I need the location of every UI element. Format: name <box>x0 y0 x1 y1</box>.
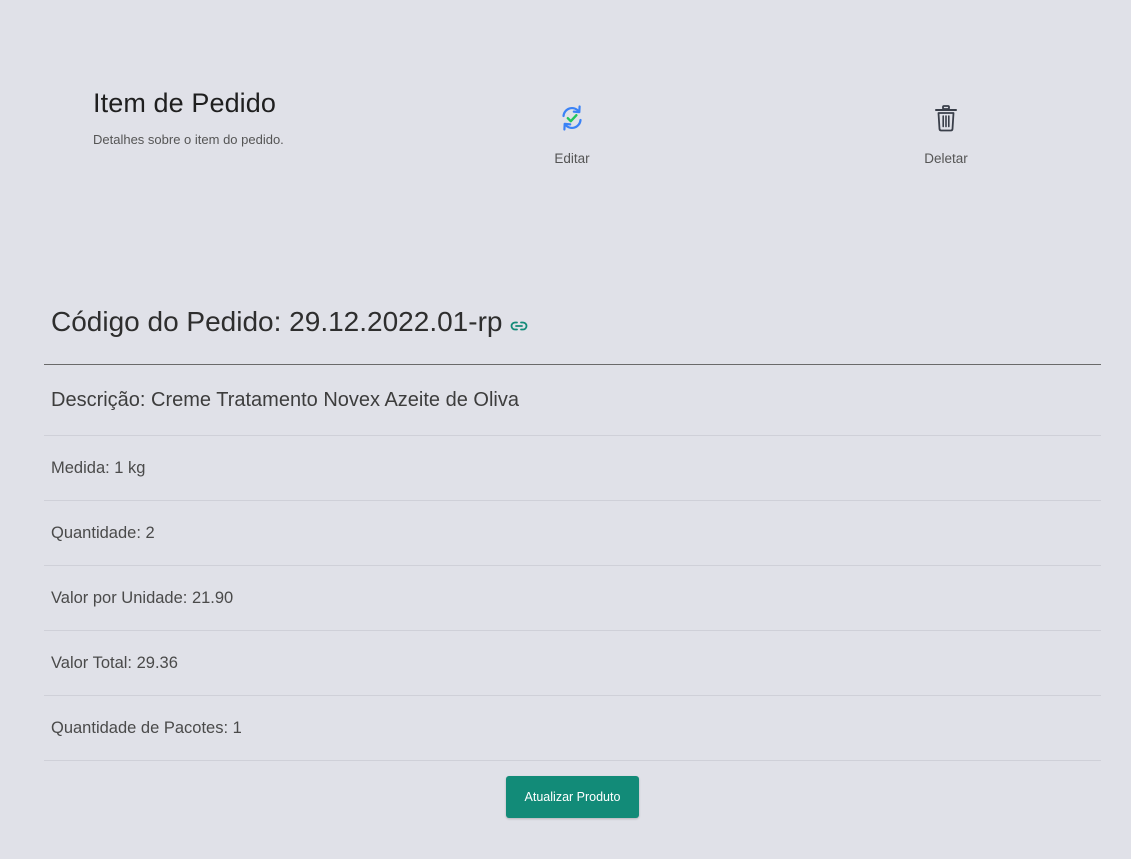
edit-action[interactable]: Editar <box>512 103 632 166</box>
details-list: Descrição: Creme Tratamento Novex Azeite… <box>44 365 1101 761</box>
refresh-check-icon[interactable] <box>557 103 587 133</box>
header-title: Item de Pedido <box>93 88 277 118</box>
detail-quantity: Quantidade: 2 <box>44 501 1101 566</box>
detail-unit-price: Valor por Unidade: 21.90 <box>44 566 1101 631</box>
detail-total-value: Valor Total: 29.36 <box>44 631 1101 696</box>
delete-label: Deletar <box>924 151 968 166</box>
detail-description: Descrição: Creme Tratamento Novex Azeite… <box>44 365 1101 436</box>
detail-measure: Medida: 1 kg <box>44 436 1101 501</box>
edit-label: Editar <box>554 151 590 166</box>
delete-action[interactable]: Deletar <box>886 103 1006 166</box>
trash-icon[interactable] <box>931 103 961 133</box>
order-code-heading: Código do Pedido: 29.12.2022.01-rp <box>51 306 528 338</box>
link-icon[interactable] <box>510 320 528 332</box>
detail-package-count: Quantidade de Pacotes: 1 <box>44 696 1101 761</box>
header-subtitle: Detalhes sobre o item do pedido. <box>93 132 284 147</box>
order-code-text: Código do Pedido: 29.12.2022.01-rp <box>51 306 503 337</box>
update-product-button[interactable]: Atualizar Produto <box>506 776 639 818</box>
